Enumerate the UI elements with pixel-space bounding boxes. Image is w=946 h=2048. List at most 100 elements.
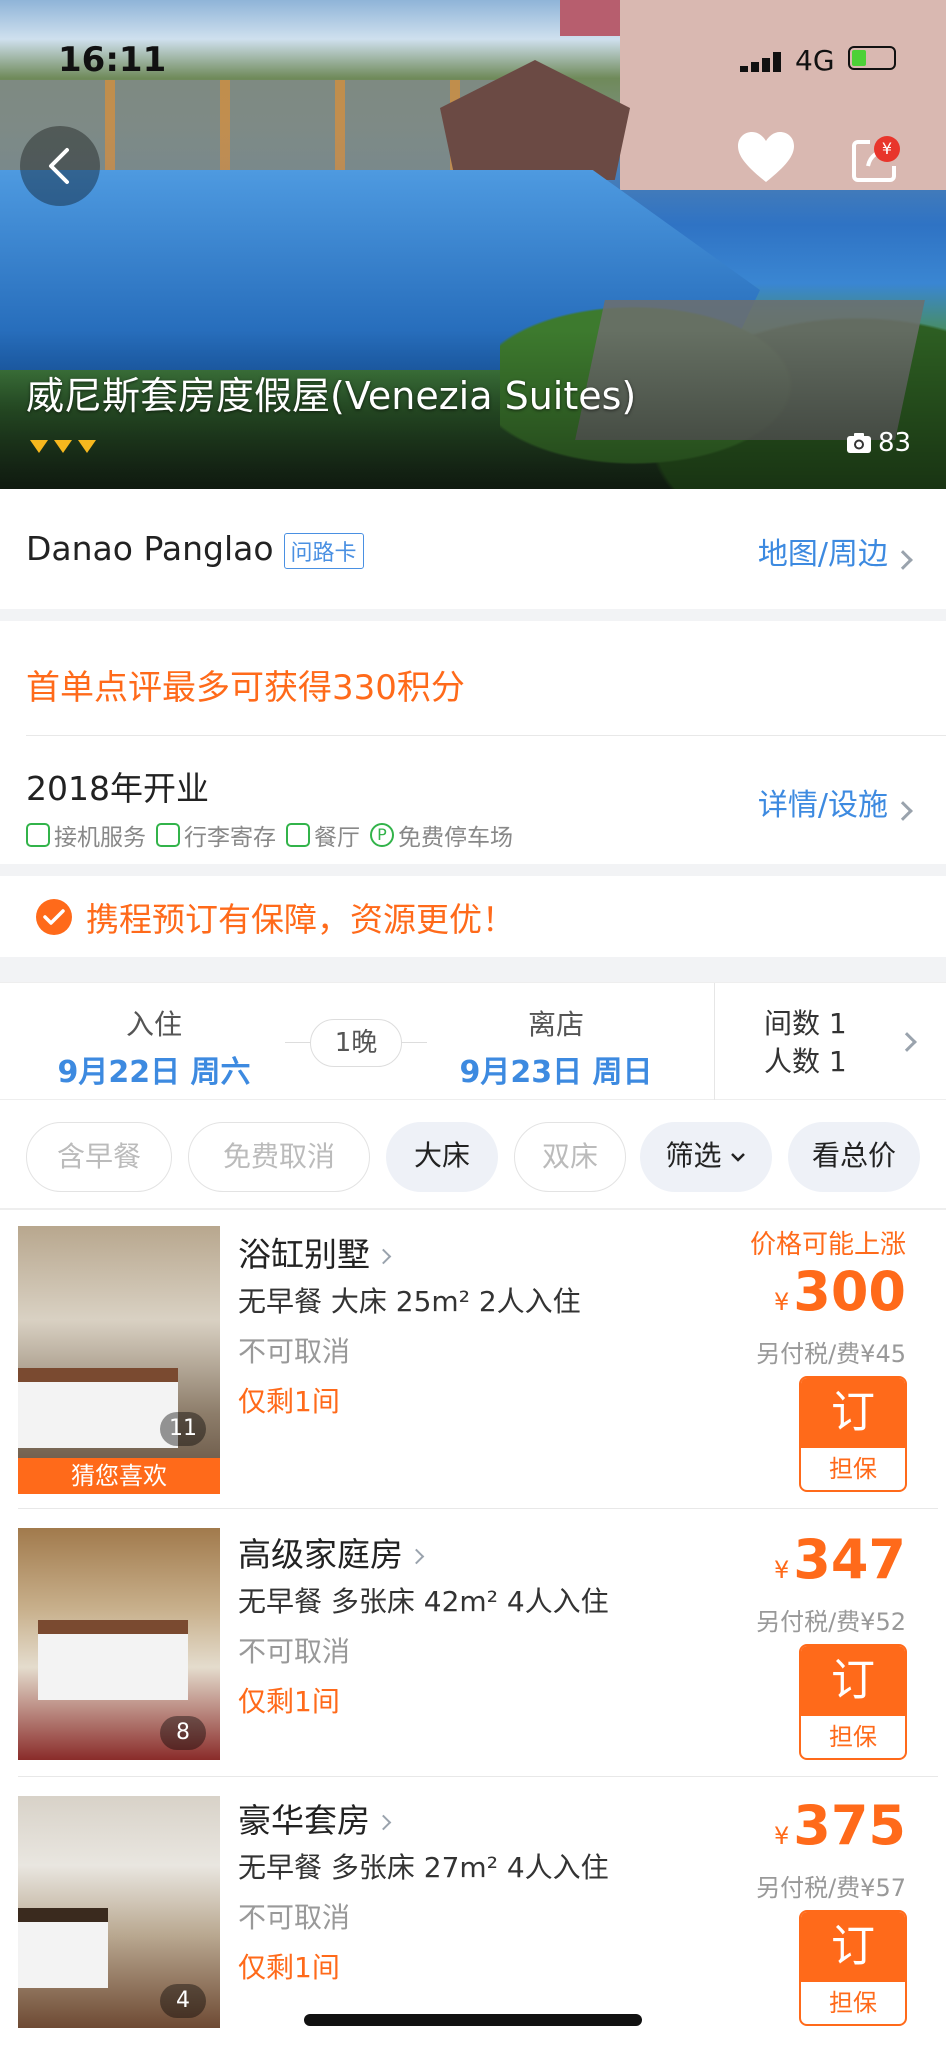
guarantee-text: 携程预订有保障，资源更优！ (86, 900, 515, 939)
room-photo-bed (18, 1908, 108, 1988)
room-name-text: 高级家庭房 (238, 1535, 403, 1574)
room-info: 无早餐 多张床 42m² 4人入住 (238, 1585, 609, 1618)
direction-card-button[interactable]: 问路卡 (283, 532, 364, 569)
cancel-policy: 不可取消 (238, 1901, 351, 1934)
review-points-banner[interactable]: 首单点评最多可获得330积分 (26, 660, 465, 709)
photo-count-badge: 11 (160, 1412, 206, 1446)
divider (26, 735, 946, 736)
filter-total-price[interactable]: 看总价 (788, 1122, 920, 1192)
diamond-icon (78, 440, 96, 453)
booking-guarantee: 携程预订有保障，资源更优！ (36, 893, 515, 941)
photo-count[interactable]: 83 (846, 428, 911, 458)
room-name-text: 豪华套房 (238, 1801, 370, 1840)
checkin-date[interactable]: 入住 9月22日 周六 (50, 1003, 258, 1091)
facility-airport-pickup: 接机服务 (26, 818, 146, 852)
checkout-value: 9月23日 周日 (459, 1055, 653, 1090)
room-photo-bed (18, 1368, 178, 1448)
nights-count: 1晚 (310, 1019, 402, 1067)
room-name[interactable]: 浴缸别墅 (238, 1228, 392, 1276)
battery-icon (848, 46, 896, 70)
heart-icon (738, 132, 794, 182)
facility-label: 免费停车场 (398, 825, 513, 851)
hotel-name: 威尼斯套房度假屋(Venezia Suites) (26, 374, 637, 418)
guarantee-label: 担保 (829, 1455, 877, 1483)
checkout-date[interactable]: 离店 9月23日 周日 (452, 1003, 660, 1091)
date-selector[interactable]: 入住 9月22日 周六 1晚 离店 9月23日 周日 间数 1 人数 1 (0, 982, 946, 1101)
map-link-label: 地图/周边 (757, 537, 888, 572)
tax-fee: 另付税/费¥52 (756, 1608, 906, 1636)
room-price: ¥300 (774, 1260, 906, 1323)
room-price: ¥375 (774, 1794, 906, 1857)
room-photo-bed (38, 1620, 188, 1700)
currency-symbol: ¥ (773, 1822, 790, 1850)
facility-label: 餐厅 (314, 825, 360, 851)
filter-more[interactable]: 筛选 (640, 1122, 772, 1192)
price-value: 347 (793, 1528, 906, 1591)
signal-icon (740, 52, 784, 72)
parking-icon: P (370, 823, 394, 847)
room-info: 无早餐 多张床 27m² 4人入住 (238, 1851, 609, 1884)
book-button[interactable]: 订 担保 (799, 1644, 907, 1760)
filter-more-label: 筛选 (665, 1139, 722, 1172)
home-indicator[interactable] (304, 2014, 642, 2026)
room-card[interactable]: 4 豪华套房 无早餐 多张床 27m² 4人入住 不可取消 仅剩1间 ¥375 … (0, 1790, 946, 2048)
tax-fee: 另付税/费¥57 (756, 1874, 906, 1902)
map-link[interactable]: 地图/周边 (757, 529, 913, 573)
room-card[interactable]: 8 高级家庭房 无早餐 多张床 42m² 4人入住 不可取消 仅剩1间 ¥347… (0, 1524, 946, 1784)
back-button[interactable] (20, 126, 100, 206)
room-name[interactable]: 豪华套房 (238, 1794, 392, 1842)
status-bar: 16:11 4G (0, 40, 946, 80)
filter-king-bed[interactable]: 大床 (386, 1122, 498, 1192)
section-gap (0, 609, 946, 621)
price-value: 300 (793, 1260, 906, 1323)
price-value: 375 (793, 1794, 906, 1857)
filter-free-cancel[interactable]: 免费取消 (188, 1122, 370, 1192)
pickup-icon (26, 823, 50, 847)
cancel-policy: 不可取消 (238, 1335, 351, 1368)
facility-label: 接机服务 (54, 825, 146, 851)
recommend-ribbon: 猜您喜欢 (18, 1458, 220, 1494)
book-label: 订 (801, 1646, 905, 1716)
book-button[interactable]: 订 担保 (799, 1376, 907, 1492)
room-photo[interactable]: 4 (18, 1796, 220, 2028)
filter-breakfast[interactable]: 含早餐 (26, 1122, 172, 1192)
facility-parking: P 免费停车场 (370, 818, 513, 852)
room-count: 间数 1 (764, 1007, 847, 1040)
currency-symbol: ¥ (773, 1288, 790, 1316)
guarantee-label: 担保 (829, 1723, 877, 1751)
chevron-left-icon (49, 148, 69, 184)
rooms-left: 仅剩1间 (238, 1951, 340, 1984)
facility-luggage: 行李寄存 (156, 818, 276, 852)
room-photo[interactable]: 11 猜您喜欢 (18, 1226, 220, 1494)
room-card[interactable]: 11 猜您喜欢 浴缸别墅 无早餐 大床 25m² 2人入住 不可取消 仅剩1间 … (0, 1222, 946, 1508)
cancel-policy: 不可取消 (238, 1635, 351, 1668)
address-text: Danao Panglao (26, 529, 274, 568)
rooms-left: 仅剩1间 (238, 1685, 340, 1718)
details-link[interactable]: 详情/设施 (757, 780, 913, 824)
room-guest-selector[interactable]: 间数 1 人数 1 (764, 1005, 847, 1081)
opening-year: 2018年开业 (26, 769, 209, 808)
filter-twin-bed[interactable]: 双床 (514, 1122, 626, 1192)
details-link-label: 详情/设施 (757, 788, 888, 823)
book-label: 订 (801, 1912, 905, 1982)
book-button[interactable]: 订 担保 (799, 1910, 907, 2026)
facility-label: 行李寄存 (184, 825, 276, 851)
check-icon (36, 899, 72, 935)
chevron-right-icon (408, 1548, 425, 1565)
chevron-right-icon (375, 1814, 392, 1831)
chevron-right-icon (375, 1248, 392, 1265)
favorite-button[interactable] (736, 130, 796, 190)
checkout-label: 离店 (527, 1008, 584, 1041)
share-reward-badge: ¥ (874, 136, 900, 162)
section-gap (0, 864, 946, 876)
diamond-icon (30, 440, 48, 453)
address-row[interactable]: Danao Panglao 问路卡 地图/周边 (0, 489, 946, 609)
restaurant-icon (286, 823, 310, 847)
tax-fee: 另付税/费¥45 (756, 1340, 906, 1368)
status-time: 16:11 (58, 40, 167, 80)
room-photo[interactable]: 8 (18, 1528, 220, 1760)
address: Danao Panglao 问路卡 (26, 529, 364, 569)
checkin-value: 9月22日 周六 (57, 1055, 251, 1090)
divider (714, 983, 715, 1101)
room-name[interactable]: 高级家庭房 (238, 1528, 425, 1576)
